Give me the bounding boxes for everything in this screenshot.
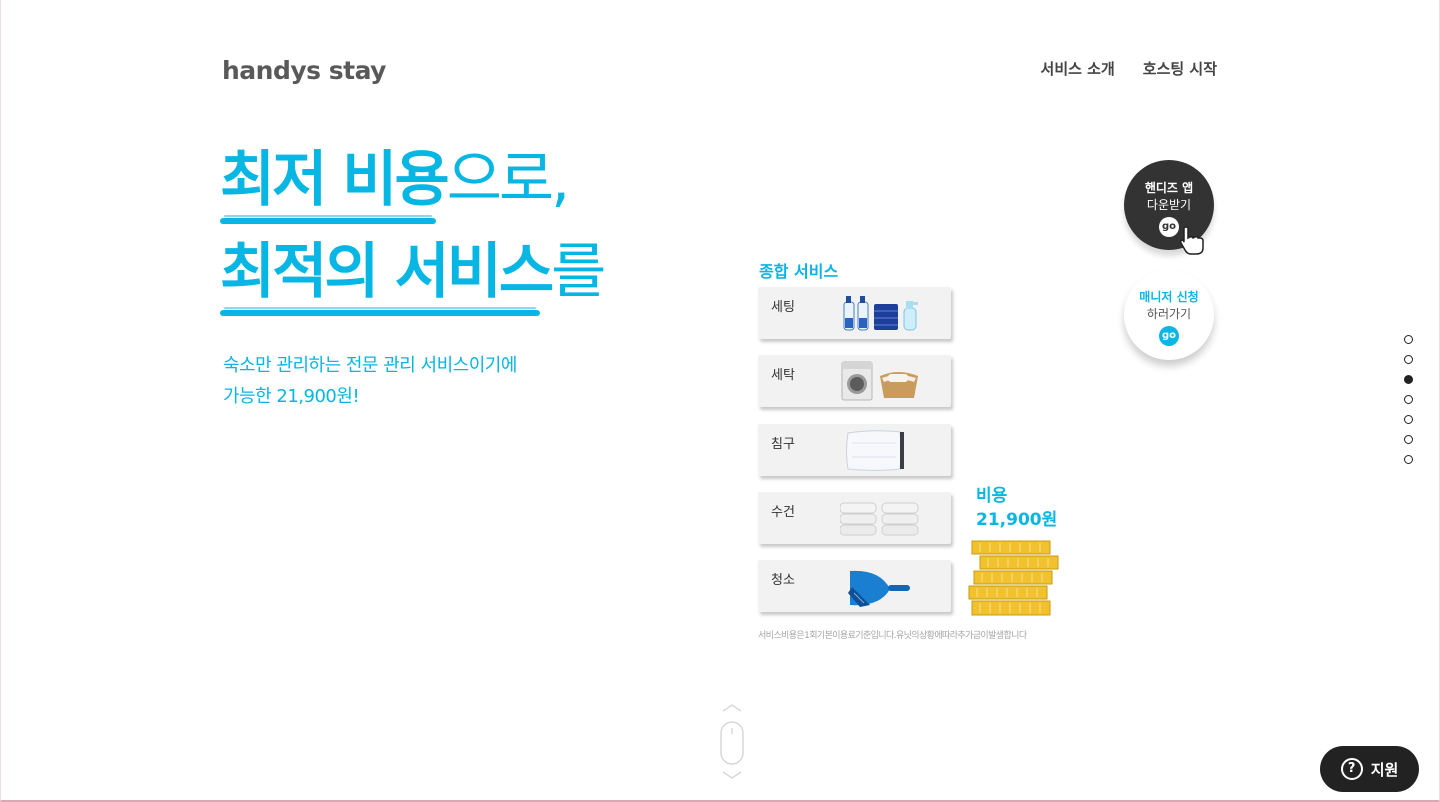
service-card-towels: 수건	[758, 492, 951, 544]
support-button[interactable]: ? 지원	[1320, 746, 1419, 792]
top-nav: 서비스 소개 호스팅 시작	[1041, 58, 1217, 79]
page-dot-3[interactable]	[1404, 375, 1413, 384]
manager-apply-sub: 하러가기	[1146, 307, 1192, 321]
card-label: 세탁	[771, 368, 795, 383]
service-price-note: 서비스비용은1회기본이용료기준입니다.유닛의상황에따라추가금이발생합니다	[758, 631, 1027, 641]
towels-icon	[840, 502, 919, 536]
cleaning-bottles-icon	[843, 296, 918, 331]
headline-1-rest: 으로,	[446, 145, 570, 215]
go-badge: go	[1159, 326, 1179, 346]
dustpan-icon	[848, 570, 910, 607]
headline-2-rest: 를	[551, 237, 606, 307]
page-dot-1[interactable]	[1404, 335, 1413, 344]
headline-1-emphasis: 최저 비용	[220, 150, 450, 224]
nav-start-hosting[interactable]: 호스팅 시작	[1143, 58, 1217, 79]
brush-underline	[220, 215, 436, 224]
section-pagination	[1404, 335, 1413, 475]
pillow-icon	[846, 430, 904, 471]
headline-line-2: 최적의 서비스 를	[220, 237, 606, 334]
page-dot-2[interactable]	[1404, 355, 1413, 364]
hero-subtext: 숙소만 관리하는 전문 관리 서비스이기에 가능한 21,900원!	[223, 350, 517, 412]
subtext-line-2: 가능한 21,900원!	[223, 386, 360, 407]
logo[interactable]: handys stay	[222, 56, 386, 85]
app-download-title: 핸디즈 앱	[1144, 181, 1194, 195]
mouse-scroll-icon[interactable]	[720, 704, 744, 782]
service-card-setting: 세팅	[758, 287, 951, 339]
page-dot-5[interactable]	[1404, 415, 1413, 424]
nav-service-intro[interactable]: 서비스 소개	[1041, 58, 1115, 79]
support-label: 지원	[1370, 760, 1399, 779]
page-frame	[0, 0, 1440, 802]
washing-machine-icon	[841, 361, 918, 401]
cost-title: 비용	[976, 486, 1008, 506]
cost-label: 비용 21,900원	[976, 484, 1057, 532]
subtext-line-1: 숙소만 관리하는 전문 관리 서비스이기에	[223, 355, 517, 376]
coin-stack-icon	[968, 540, 1059, 616]
page-dot-4[interactable]	[1404, 395, 1413, 404]
card-label: 침구	[771, 437, 795, 452]
card-label: 수건	[771, 505, 795, 520]
manager-apply-button[interactable]: 매니저 신청 하러가기 go	[1124, 270, 1214, 360]
headline-2-emphasis: 최적의 서비스	[220, 242, 554, 316]
headline-line-1: 최저 비용 으로,	[220, 150, 603, 242]
card-label: 세팅	[771, 300, 795, 315]
services-title: 종합 서비스	[759, 262, 839, 281]
card-label: 청소	[771, 573, 795, 588]
cost-value: 21,900원	[976, 510, 1058, 530]
service-card-cleaning: 청소	[758, 560, 951, 612]
app-download-sub: 다운받기	[1146, 198, 1192, 212]
question-icon: ?	[1340, 758, 1363, 780]
brush-underline	[220, 307, 540, 316]
manager-apply-title: 매니저 신청	[1139, 290, 1199, 304]
pointer-hand-icon	[1180, 226, 1204, 255]
page-dot-6[interactable]	[1404, 435, 1413, 444]
service-card-laundry: 세탁	[758, 355, 951, 407]
page-dot-7[interactable]	[1404, 455, 1413, 464]
hero-headline: 최저 비용 으로, 최적의 서비스 를	[220, 150, 606, 334]
service-card-bedding: 침구	[758, 424, 951, 476]
